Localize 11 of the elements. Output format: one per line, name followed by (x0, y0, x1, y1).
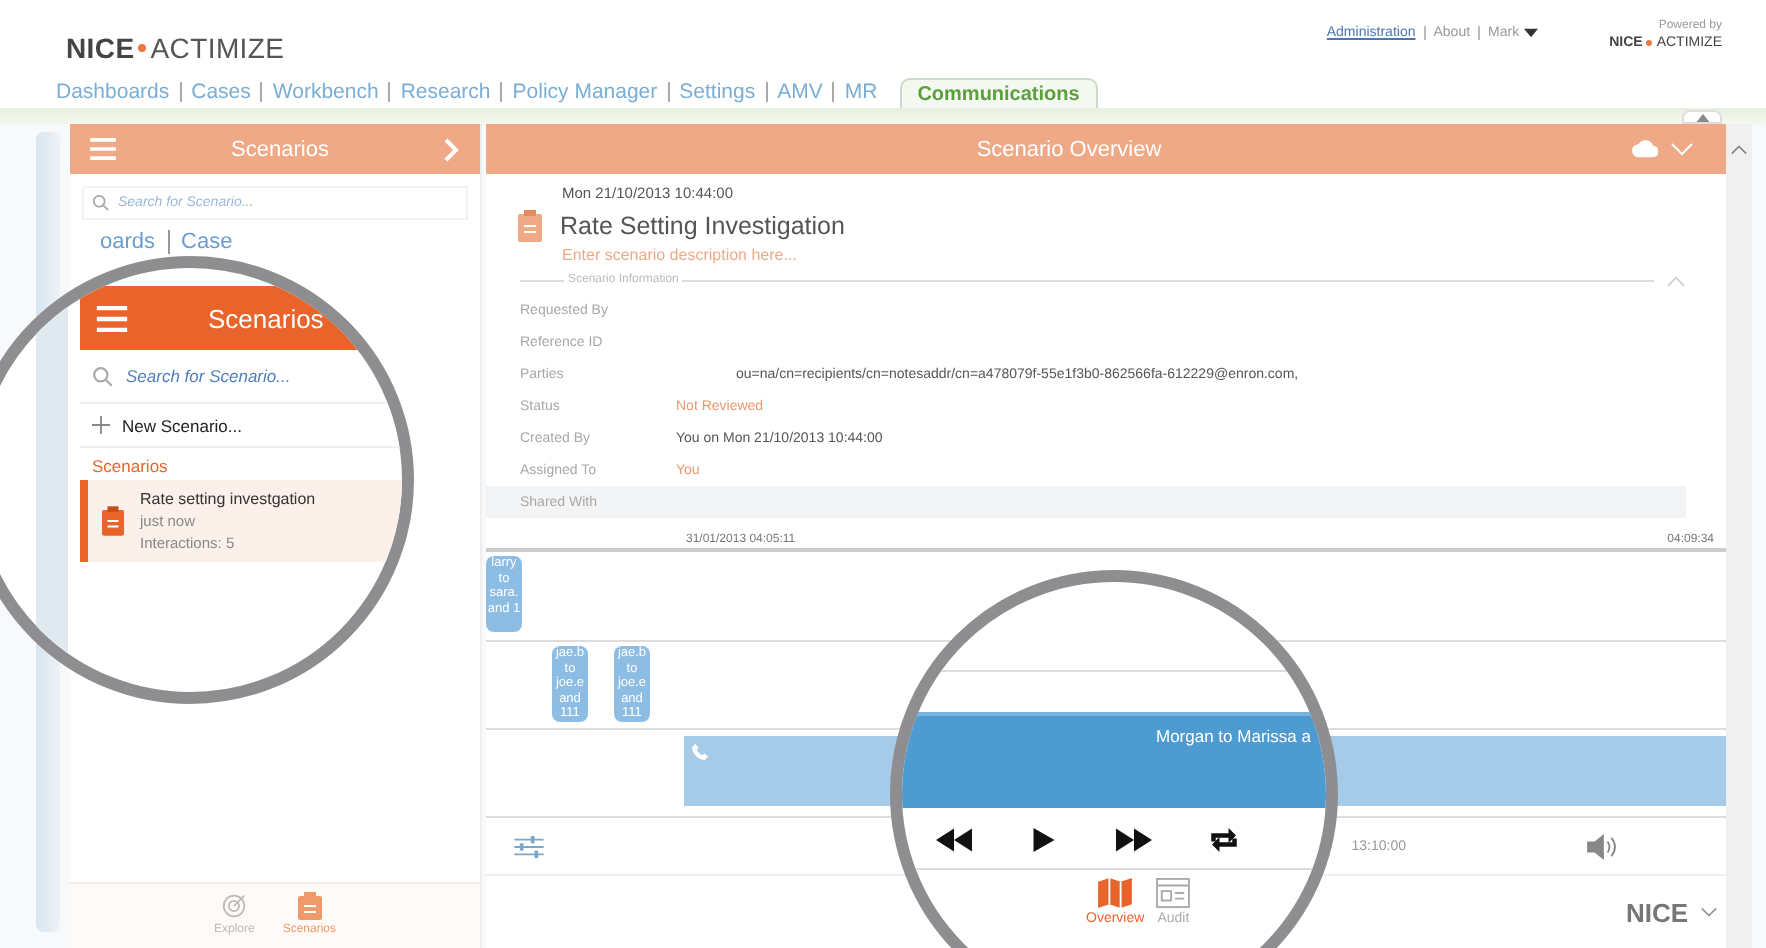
call-label: Morgan to Marissa a (1156, 726, 1311, 750)
panel-title: Scenario Overview (974, 137, 1164, 161)
panel-title: Scenarios (208, 303, 324, 333)
nav-tab-fragment: oards (100, 230, 156, 254)
scenario-name: Rate setting investgation (140, 488, 316, 510)
scenario-title: Rate Setting Investigation (560, 212, 845, 240)
section-heading: Scenarios (90, 454, 170, 480)
footer-logo: NICE (1625, 897, 1688, 927)
panel-title: Scenarios (229, 137, 331, 161)
logo: NICE ACTIMIZE (66, 32, 285, 64)
nav-tab-fragment: Case (181, 230, 233, 254)
